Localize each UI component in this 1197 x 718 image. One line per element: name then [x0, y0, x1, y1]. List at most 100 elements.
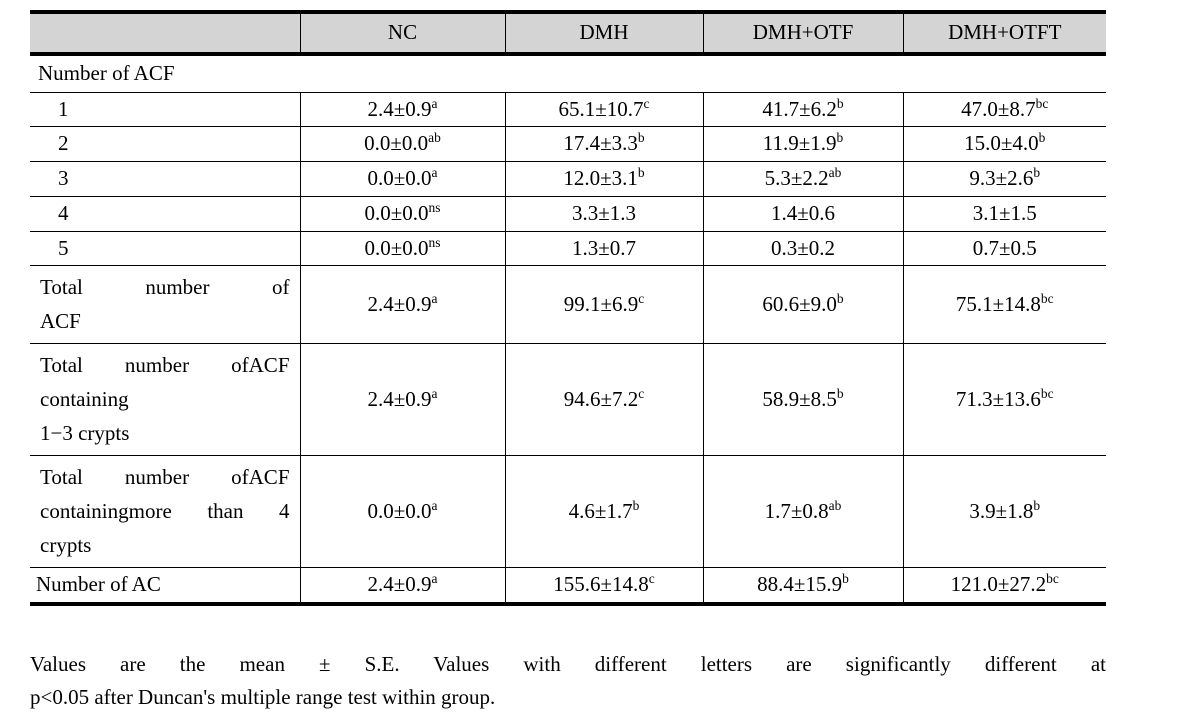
- cell-value: 0.0±0.0: [367, 499, 432, 524]
- table-body: Number of ACF 1 2.4±0.9a 65.1±10.7c 41.7…: [30, 53, 1106, 607]
- cell-nc: 0.0±0.0ns: [300, 196, 506, 232]
- cell-value: 0.0±0.0: [367, 166, 432, 191]
- row-label-text: Total number of ACF: [36, 270, 294, 338]
- cell-value: 2.4±0.9: [367, 96, 432, 121]
- cell-superscript: a: [431, 290, 438, 306]
- cell-value: 0.0±0.0: [364, 200, 429, 225]
- cell-superscript: ns: [428, 234, 441, 250]
- cell-value: 0.7±0.5: [972, 235, 1037, 260]
- label-line: Total number of: [40, 275, 290, 300]
- cell-dmh-otf: 88.4±15.9b: [703, 567, 904, 607]
- column-header-dmh: DMH: [505, 10, 704, 56]
- cell-superscript: c: [638, 386, 645, 402]
- cell-nc: 0.0±0.0a: [300, 455, 506, 569]
- label-line: ACF: [40, 309, 81, 334]
- row-label: 4: [30, 196, 301, 232]
- cell-nc: 2.4±0.9a: [300, 92, 506, 128]
- column-header-dmh-otft: DMH+OTFT: [903, 10, 1106, 56]
- cell-superscript: b: [836, 386, 844, 402]
- row-label-text: 3: [58, 166, 69, 191]
- cell-superscript: b: [1033, 165, 1041, 181]
- row-label: Total number of ACF: [30, 265, 301, 345]
- cell-value: 4.6±1.7: [568, 499, 633, 524]
- section-title-number-of-acf: Number of ACF: [30, 53, 1106, 93]
- cell-dmh-otf: 1.7±0.8ab: [703, 455, 904, 569]
- cell-dmh: 12.0±3.1b: [505, 161, 704, 197]
- cell-superscript: c: [648, 571, 655, 587]
- cell-superscript: ab: [828, 165, 842, 181]
- cell-dmh: 1.3±0.7: [505, 231, 704, 267]
- cell-value: 3.3±1.3: [571, 200, 637, 225]
- cell-superscript: b: [637, 165, 645, 181]
- cell-superscript: c: [638, 290, 645, 306]
- cell-dmh-otft: 3.1±1.5: [903, 196, 1106, 232]
- cell-superscript: a: [431, 165, 438, 181]
- table-page: NC DMH DMH+OTF DMH+OTFT Number of ACF 1 …: [0, 0, 1197, 718]
- table-header: NC DMH DMH+OTF DMH+OTFT: [30, 10, 1106, 56]
- cell-value: 65.1±10.7: [558, 96, 644, 121]
- table-row: 1 2.4±0.9a 65.1±10.7c 41.7±6.2b 47.0±8.7…: [30, 92, 1106, 128]
- cell-value: 1.7±0.8: [764, 499, 829, 524]
- table-row: 4 0.0±0.0ns 3.3±1.3 1.4±0.6 3.1±1.5: [30, 196, 1106, 232]
- acf-table-container: NC DMH DMH+OTF DMH+OTFT Number of ACF 1 …: [30, 10, 1106, 607]
- row-label: Total number ofACF containing 1−3 crypts: [30, 343, 301, 457]
- cell-superscript: b: [1033, 498, 1041, 514]
- cell-value: 47.0±8.7: [961, 96, 1036, 121]
- cell-dmh-otf: 0.3±0.2: [703, 231, 904, 267]
- cell-dmh-otft: 3.9±1.8b: [903, 455, 1106, 569]
- cell-dmh: 94.6±7.2c: [505, 343, 704, 457]
- row-label-text: 2: [58, 131, 69, 156]
- cell-nc: 0.0±0.0ab: [300, 126, 506, 163]
- cell-superscript: a: [431, 386, 438, 402]
- row-label: 2: [30, 126, 301, 163]
- label-line: crypts: [40, 533, 92, 558]
- cell-dmh-otft: 71.3±13.6bc: [903, 343, 1106, 457]
- table-footnote: Values are the mean ± S.E. Values with d…: [30, 648, 1106, 713]
- row-label: Number of AC: [30, 567, 301, 607]
- cell-value: 2.4±0.9: [367, 572, 432, 597]
- label-line: Total number of: [40, 353, 249, 378]
- table-row-total-acf-1-3-crypts: Total number ofACF containing 1−3 crypts …: [30, 343, 1106, 457]
- cell-value: 2.4±0.9: [367, 387, 432, 412]
- table-row-total-acf: Total number of ACF 2.4±0.9a 99.1±6.9c 60…: [30, 265, 1106, 345]
- cell-superscript: ab: [828, 498, 842, 514]
- row-label-text: 1: [58, 96, 69, 121]
- footnote-line-2: p<0.05 after Duncan's multiple range tes…: [30, 684, 496, 709]
- row-label-text: Total number ofACF containingmore than 4…: [36, 460, 294, 562]
- cell-dmh-otf: 58.9±8.5b: [703, 343, 904, 457]
- cell-value: 75.1±14.8: [955, 291, 1041, 316]
- cell-value: 88.4±15.9: [757, 572, 843, 597]
- footnote-line-1: Values are the mean ± S.E. Values with d…: [30, 652, 1106, 676]
- cell-dmh-otf: 41.7±6.2b: [703, 92, 904, 128]
- cell-dmh-otft: 15.0±4.0b: [903, 126, 1106, 163]
- table-row: 2 0.0±0.0ab 17.4±3.3b 11.9±1.9b 15.0±4.0…: [30, 126, 1106, 163]
- cell-superscript: c: [643, 95, 650, 111]
- cell-superscript: bc: [1035, 95, 1049, 111]
- cell-value: 5.3±2.2: [764, 166, 829, 191]
- cell-dmh-otf: 11.9±1.9b: [703, 126, 904, 163]
- cell-dmh-otf: 1.4±0.6: [703, 196, 904, 232]
- cell-dmh-otf: 5.3±2.2ab: [703, 161, 904, 197]
- column-header-dmh-otf: DMH+OTF: [703, 10, 904, 56]
- table-row-number-of-ac: Number of AC 2.4±0.9a 155.6±14.8c 88.4±1…: [30, 567, 1106, 607]
- cell-value: 99.1±6.9: [563, 291, 639, 316]
- cell-nc: 2.4±0.9a: [300, 265, 506, 345]
- cell-value: 121.0±27.2: [950, 572, 1047, 597]
- table-row: 3 0.0±0.0a 12.0±3.1b 5.3±2.2ab 9.3±2.6b: [30, 161, 1106, 197]
- cell-value: 0.0±0.0: [364, 131, 429, 156]
- table-row-total-acf-more-than-4-crypts: Total number ofACF containingmore than 4…: [30, 455, 1106, 569]
- cell-value: 11.9±1.9: [762, 131, 837, 156]
- cell-nc: 0.0±0.0a: [300, 161, 506, 197]
- cell-value: 1.4±0.6: [770, 200, 836, 225]
- cell-value: 1.3±0.7: [571, 235, 637, 260]
- cell-superscript: b: [836, 290, 844, 306]
- cell-dmh-otft: 75.1±14.8bc: [903, 265, 1106, 345]
- section-header-row: Number of ACF: [30, 53, 1106, 93]
- cell-nc: 2.4±0.9a: [300, 567, 506, 607]
- cell-value: 41.7±6.2: [762, 96, 837, 121]
- label-line: Total number of: [40, 465, 249, 490]
- cell-superscript: bc: [1046, 571, 1059, 587]
- row-label-text: 4: [58, 200, 69, 225]
- cell-superscript: b: [836, 130, 844, 146]
- cell-dmh-otft: 121.0±27.2bc: [903, 567, 1106, 607]
